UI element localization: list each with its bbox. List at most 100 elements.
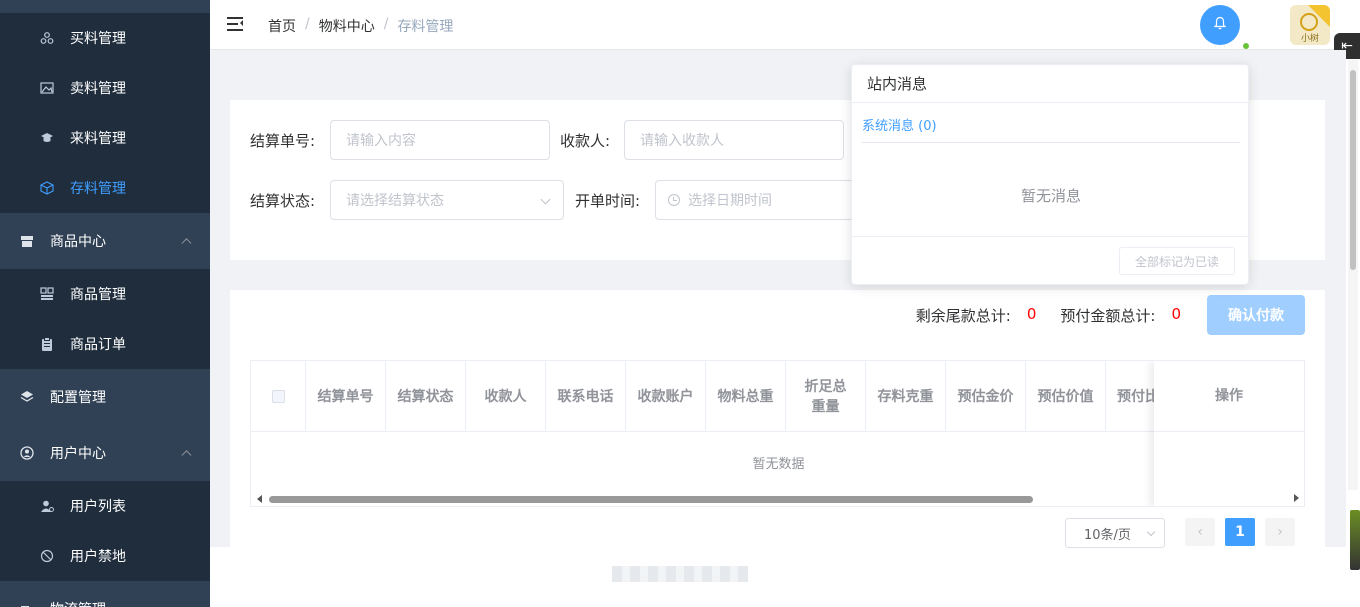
online-status-dot bbox=[1243, 43, 1249, 49]
payee-input[interactable]: 请输入收款人 bbox=[624, 120, 844, 160]
chevron-left-icon: ‹ bbox=[1197, 524, 1203, 540]
open-time-placeholder: 选择日期时间 bbox=[688, 193, 772, 209]
settlement-no-label: 结算单号: bbox=[250, 132, 316, 150]
tab-system-messages[interactable]: 系统消息 (0) bbox=[862, 115, 937, 134]
grid-icon bbox=[40, 287, 54, 301]
breadcrumb-home[interactable]: 首页 bbox=[268, 16, 296, 36]
page-number-button[interactable]: 1 bbox=[1225, 518, 1255, 546]
sidebar-item-stock-material[interactable]: 存料管理 bbox=[0, 163, 210, 213]
chevron-right-icon: › bbox=[1277, 524, 1283, 540]
notification-bell-button[interactable] bbox=[1200, 5, 1240, 45]
side-meter-widget bbox=[1350, 510, 1360, 570]
avatar-text: 小树 bbox=[1300, 34, 1319, 44]
sidebar-group-product-center[interactable]: 商品中心 bbox=[0, 213, 210, 269]
notification-popover: 站内消息 系统消息 (0) 暂无消息 全部标记为已读 bbox=[851, 64, 1250, 285]
page-size-select[interactable]: 10条/页 bbox=[1065, 518, 1165, 548]
column-header[interactable]: 结算单号 bbox=[306, 361, 386, 432]
scrollbar-thumb[interactable] bbox=[269, 496, 1033, 503]
sidebar-item-sell-material[interactable]: 卖料管理 bbox=[0, 63, 210, 113]
avatar[interactable]: 小树 bbox=[1290, 5, 1330, 45]
layers-icon bbox=[20, 390, 34, 404]
breadcrumb-material-center[interactable]: 物料中心 bbox=[319, 16, 375, 36]
sidebar-item-label: 商品订单 bbox=[70, 337, 126, 353]
footer-blurred-text bbox=[612, 566, 748, 582]
prev-page-button[interactable]: ‹ bbox=[1185, 518, 1215, 546]
menu-toggle-icon[interactable] bbox=[227, 17, 243, 31]
sidebar-item-buy-material[interactable]: 买料管理 bbox=[0, 13, 210, 63]
payee-label: 收款人: bbox=[560, 132, 611, 150]
sidebar-item-label: 商品中心 bbox=[50, 234, 106, 250]
column-header[interactable]: 预估价值 bbox=[1026, 361, 1106, 432]
top-header: 首页 / 物料中心 / 存料管理 小树 bbox=[210, 0, 1360, 50]
store-icon bbox=[20, 234, 34, 248]
column-header[interactable]: 存料克重 bbox=[866, 361, 946, 432]
sidebar-item-incoming-material[interactable]: 来料管理 bbox=[0, 113, 210, 163]
status-select[interactable]: 请选择结算状态 bbox=[330, 180, 564, 220]
breadcrumb: 首页 / 物料中心 / 存料管理 bbox=[268, 16, 453, 36]
tree-logo-icon bbox=[1300, 13, 1318, 31]
clipboard-icon bbox=[40, 337, 54, 351]
confirm-payment-button[interactable]: 确认付款 bbox=[1207, 295, 1305, 335]
sidebar-item-label: 配置管理 bbox=[50, 390, 106, 406]
column-header[interactable]: 折足总重量 bbox=[786, 361, 866, 432]
clock-icon bbox=[668, 194, 680, 206]
sidebar-item-label: 来料管理 bbox=[70, 131, 126, 147]
cube-icon bbox=[40, 181, 54, 195]
footer-divider bbox=[852, 236, 1250, 237]
sidebar-item-product-management[interactable]: 商品管理 bbox=[0, 269, 210, 319]
column-header[interactable]: 收款人 bbox=[466, 361, 546, 432]
sidebar-item-user-list[interactable]: 用户列表 bbox=[0, 481, 210, 531]
image-icon bbox=[40, 81, 54, 95]
sidebar-item-label: 买料管理 bbox=[70, 31, 126, 47]
remaining-total-label: 剩余尾款总计: bbox=[915, 307, 1011, 325]
scroll-right-icon[interactable] bbox=[1294, 494, 1299, 502]
breadcrumb-current: 存料管理 bbox=[397, 19, 454, 35]
sidebar-item-label: 物流管理 bbox=[50, 599, 106, 607]
column-header[interactable]: 预估金价 bbox=[946, 361, 1026, 432]
status-placeholder: 请选择结算状态 bbox=[346, 193, 444, 209]
horizontal-scrollbar[interactable] bbox=[251, 492, 1156, 506]
column-header[interactable]: 收款账户 bbox=[626, 361, 706, 432]
open-time-picker[interactable]: 选择日期时间 bbox=[655, 180, 875, 220]
sidebar-item-label: 用户禁地 bbox=[70, 549, 126, 565]
sidebar-item-label: 商品管理 bbox=[70, 287, 126, 303]
sidebar: 买料管理 卖料管理 来料管理 存料管理 商品中心 商品管理 商品订单 配置管理 … bbox=[0, 0, 210, 607]
payee-placeholder: 请输入收款人 bbox=[640, 133, 724, 149]
scroll-left-icon[interactable] bbox=[257, 495, 262, 503]
users-icon bbox=[40, 31, 54, 45]
page-scrollbar-thumb[interactable] bbox=[1350, 70, 1356, 270]
sidebar-group-products: 商品管理 商品订单 bbox=[0, 269, 210, 369]
settlement-table: 结算单号 结算状态 收款人 联系电话 收款账户 物料总重 折足总重量 存料克重 … bbox=[250, 360, 1305, 507]
select-all-cell bbox=[251, 361, 306, 432]
page-scrollbar[interactable] bbox=[1348, 60, 1358, 490]
page-size-value: 10条/页 bbox=[1084, 527, 1131, 543]
settlement-no-input[interactable]: 请输入内容 bbox=[330, 120, 550, 160]
bell-icon bbox=[1213, 16, 1227, 34]
sidebar-item-label: 卖料管理 bbox=[70, 81, 126, 97]
breadcrumb-separator: / bbox=[305, 16, 310, 32]
remaining-total-value: 0 bbox=[1026, 305, 1037, 323]
next-page-button[interactable]: › bbox=[1265, 518, 1295, 546]
mortarboard-icon bbox=[40, 131, 54, 145]
sidebar-group-users: 用户列表 用户禁地 bbox=[0, 481, 210, 581]
column-header[interactable]: 预付比 bbox=[1106, 361, 1156, 432]
select-all-checkbox[interactable] bbox=[271, 390, 285, 403]
column-header[interactable]: 结算状态 bbox=[386, 361, 466, 432]
operation-column: 操作 bbox=[1154, 361, 1304, 506]
chevron-down-icon bbox=[540, 194, 551, 205]
table-header: 结算单号 结算状态 收款人 联系电话 收款账户 物料总重 折足总重量 存料克重 … bbox=[251, 361, 1156, 432]
truck-icon bbox=[20, 602, 34, 607]
tab-divider bbox=[862, 142, 1240, 143]
sidebar-item-config-management[interactable]: 配置管理 bbox=[0, 369, 210, 425]
sidebar-item-user-banned[interactable]: 用户禁地 bbox=[0, 531, 210, 581]
chevron-up-icon bbox=[181, 238, 192, 249]
column-header[interactable]: 物料总重 bbox=[706, 361, 786, 432]
sidebar-group-user-center[interactable]: 用户中心 bbox=[0, 425, 210, 481]
column-header[interactable]: 联系电话 bbox=[546, 361, 626, 432]
sidebar-item-logistics[interactable]: 物流管理 bbox=[0, 581, 210, 607]
user-circle-icon bbox=[20, 446, 34, 460]
prepaid-total-value: 0 bbox=[1171, 305, 1181, 323]
sidebar-item-label: 用户列表 bbox=[70, 499, 126, 515]
sidebar-item-product-orders[interactable]: 商品订单 bbox=[0, 319, 210, 369]
mark-all-read-button[interactable]: 全部标记为已读 bbox=[1119, 247, 1235, 275]
